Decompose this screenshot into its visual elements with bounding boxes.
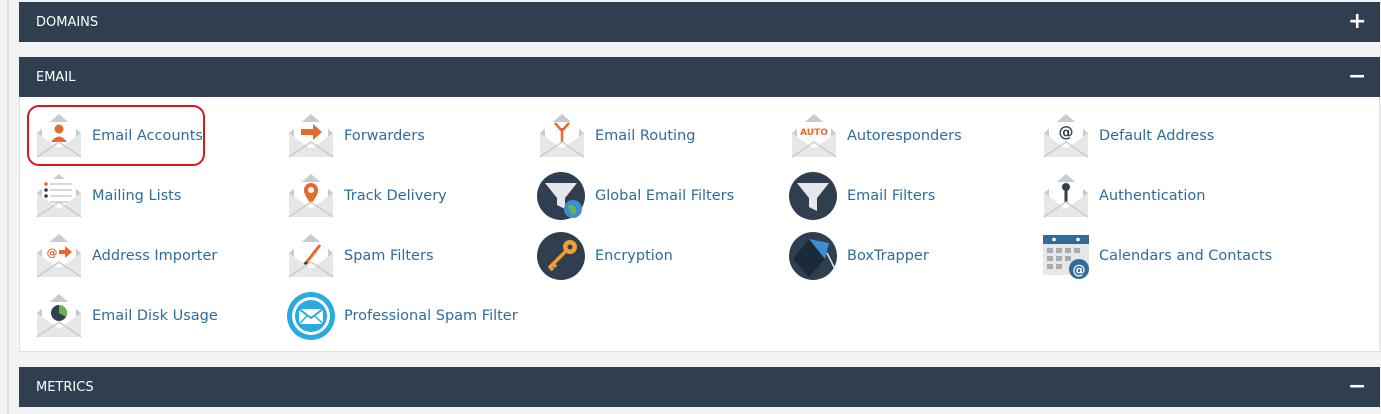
email-filters-link[interactable]: Email Filters <box>789 170 935 222</box>
section-title: EMAIL <box>36 69 76 85</box>
global-email-filters-link[interactable]: Global Email Filters <box>537 170 734 222</box>
authentication-icon <box>1043 174 1089 218</box>
section-title: METRICS <box>36 379 94 395</box>
email-accounts-link[interactable]: Email Accounts <box>34 110 203 162</box>
global-email-filters-label: Global Email Filters <box>595 188 735 204</box>
email-filters-label: Email Filters <box>847 188 936 204</box>
email-section-header[interactable]: EMAIL − <box>19 57 1380 97</box>
email-disk-usage-link[interactable]: Email Disk Usage <box>34 290 218 342</box>
address-importer-icon: @ <box>36 234 82 278</box>
forwarders-link[interactable]: Forwarders <box>286 110 425 162</box>
global-email-filters-icon <box>537 172 585 220</box>
authentication-label: Authentication <box>1099 188 1206 204</box>
spam-filters-label: Spam Filters <box>344 248 434 264</box>
autoresponders-link[interactable]: AUTO Autoresponders <box>789 110 962 162</box>
track-delivery-label: Track Delivery <box>344 188 447 204</box>
professional-spam-filter-link[interactable]: Professional Spam Filter <box>286 290 518 342</box>
section-title: DOMAINS <box>36 14 99 30</box>
auto-icon-text: AUTO <box>800 128 828 138</box>
default-address-link[interactable]: @ Default Address <box>1041 110 1214 162</box>
email-accounts-icon <box>36 114 82 158</box>
encryption-icon <box>537 232 585 280</box>
encryption-label: Encryption <box>595 248 673 264</box>
mailing-lists-label: Mailing Lists <box>92 188 182 204</box>
track-delivery-link[interactable]: Track Delivery <box>286 170 447 222</box>
boxtrapper-label: BoxTrapper <box>847 248 929 264</box>
boxtrapper-icon <box>789 232 837 280</box>
email-routing-link[interactable]: Email Routing <box>537 110 695 162</box>
at-icon-text: @ <box>1073 263 1086 278</box>
at-icon-text: @ <box>1059 123 1074 141</box>
collapse-icon[interactable]: − <box>1348 66 1366 88</box>
email-routing-label: Email Routing <box>595 128 696 144</box>
spam-filters-link[interactable]: Spam Filters <box>286 230 434 282</box>
email-routing-icon <box>539 114 585 158</box>
email-disk-usage-label: Email Disk Usage <box>92 308 218 324</box>
mailing-lists-link[interactable]: Mailing Lists <box>34 170 181 222</box>
at-icon-text: @ <box>47 246 58 259</box>
professional-spam-filter-icon <box>287 292 335 340</box>
professional-spam-filter-label: Professional Spam Filter <box>344 308 518 324</box>
boxtrapper-link[interactable]: BoxTrapper <box>789 230 929 282</box>
collapse-icon[interactable]: − <box>1348 376 1366 398</box>
encryption-link[interactable]: Encryption <box>537 230 673 282</box>
track-delivery-icon <box>288 174 334 218</box>
expand-icon[interactable]: + <box>1348 11 1366 33</box>
spam-filters-icon <box>288 234 334 278</box>
default-address-label: Default Address <box>1099 128 1215 144</box>
calendars-contacts-label: Calendars and Contacts <box>1099 248 1273 264</box>
mailing-lists-icon <box>36 174 82 218</box>
forwarders-icon <box>288 114 334 158</box>
default-address-icon: @ <box>1043 114 1089 158</box>
autoresponders-icon: AUTO <box>791 114 837 158</box>
authentication-link[interactable]: Authentication <box>1041 170 1205 222</box>
domains-section-header[interactable]: DOMAINS + <box>19 2 1380 42</box>
email-accounts-label: Email Accounts <box>92 128 203 144</box>
email-disk-usage-icon <box>36 294 82 338</box>
metrics-section-header[interactable]: METRICS − <box>19 367 1380 407</box>
email-filters-icon <box>789 172 837 220</box>
address-importer-link[interactable]: @ Address Importer <box>34 230 217 282</box>
calendars-contacts-icon: @ <box>1043 235 1089 279</box>
calendars-contacts-link[interactable]: @ Calendars and Contacts <box>1041 230 1272 282</box>
page-left-border <box>7 0 9 414</box>
autoresponders-label: Autoresponders <box>847 128 962 144</box>
address-importer-label: Address Importer <box>92 248 218 264</box>
forwarders-label: Forwarders <box>344 128 425 144</box>
